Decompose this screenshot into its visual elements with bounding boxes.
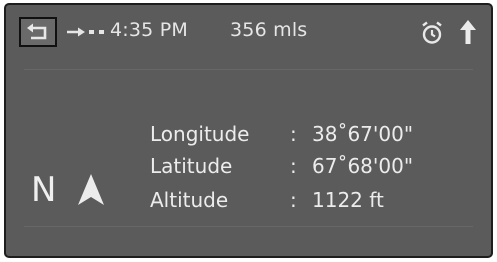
longitude-label: Longitude — [150, 122, 250, 146]
distance-remaining: 356 mls — [230, 19, 308, 41]
route-arrow-icon — [67, 27, 104, 37]
latitude-value: 67˚68'00" — [312, 154, 414, 178]
status-header: 4:35 PM 356 mls — [6, 5, 491, 65]
altitude-separator: : — [290, 188, 297, 212]
latitude-label: Latitude — [150, 154, 233, 178]
current-time: 4:35 PM — [110, 19, 188, 41]
longitude-value: 38˚67'00" — [312, 122, 414, 146]
divider — [24, 226, 473, 227]
longitude-separator: : — [290, 122, 297, 146]
altitude-value: 1122 ft — [312, 188, 384, 212]
latitude-separator: : — [290, 154, 297, 178]
back-button[interactable] — [19, 17, 57, 47]
up-arrow-icon[interactable] — [459, 19, 477, 45]
back-arrow-icon — [27, 23, 47, 40]
navigation-arrow-icon — [78, 174, 104, 205]
divider — [24, 69, 473, 70]
alarm-clock-icon[interactable] — [421, 21, 443, 45]
compass-heading: N — [31, 170, 57, 210]
navigation-screen: 4:35 PM 356 mls N Longitude : 38˚67'00" … — [4, 3, 493, 258]
altitude-label: Altitude — [150, 188, 229, 212]
